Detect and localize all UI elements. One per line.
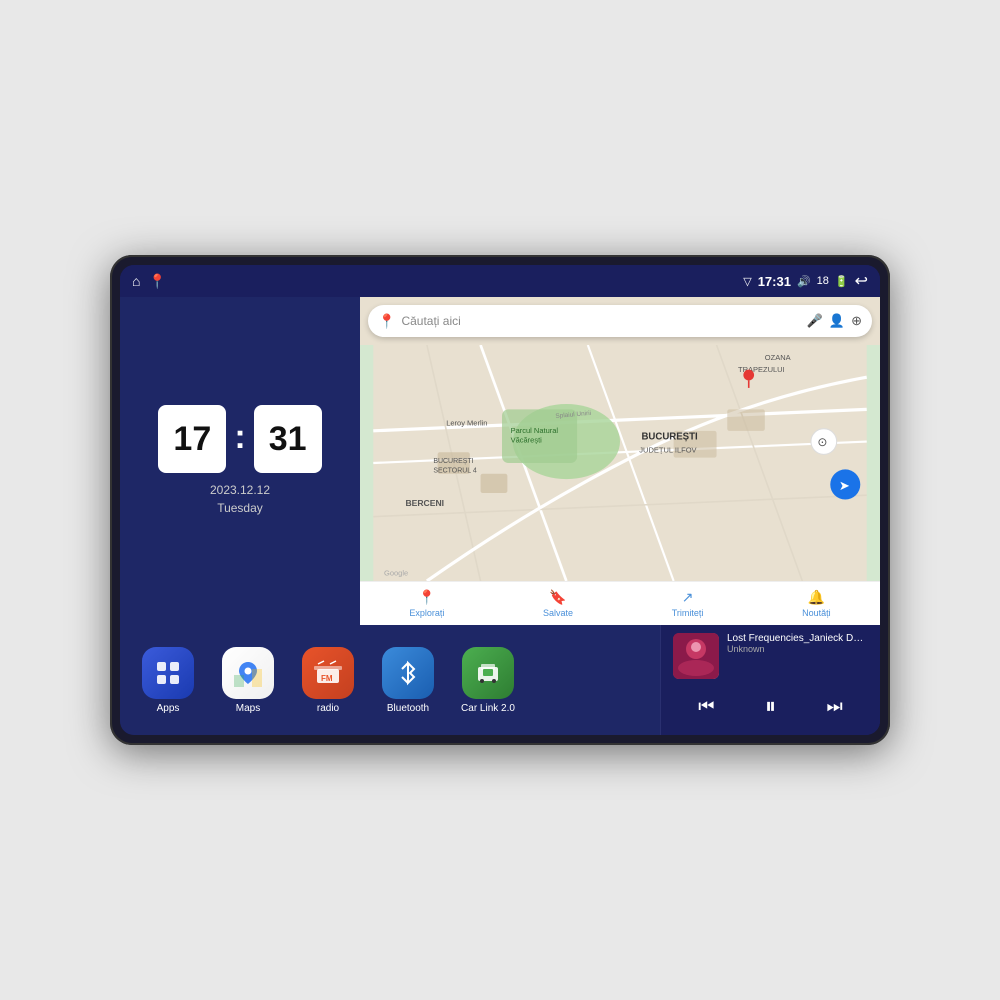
bottom-section: Apps Maps xyxy=(120,625,880,735)
send-icon: ↗ xyxy=(682,589,694,606)
music-player: Lost Frequencies_Janieck Devy-... Unknow… xyxy=(660,625,880,735)
map-svg: BUCUREȘTI JUDEȚUL ILFOV Parcul Natural V… xyxy=(360,345,880,581)
device: ⌂ 📍 ▽ 17:31 🔊 18 🔋 ↩ 17 : 31 xyxy=(110,255,890,745)
maps-icon xyxy=(222,647,274,699)
music-title: Lost Frequencies_Janieck Devy-... xyxy=(727,633,868,644)
main-content: 17 : 31 2023.12.12 Tuesday 📍 Căutați aic… xyxy=(120,297,880,735)
explore-icon: 📍 xyxy=(418,589,435,606)
svg-text:JUDEȚUL ILFOV: JUDEȚUL ILFOV xyxy=(639,445,696,454)
music-top: Lost Frequencies_Janieck Devy-... Unknow… xyxy=(673,633,868,679)
map-nav-explore[interactable]: 📍 Explorați xyxy=(409,589,444,618)
status-time: 17:31 xyxy=(758,274,791,289)
svg-text:BERCENI: BERCENI xyxy=(405,498,444,508)
map-pin-icon: 📍 xyxy=(378,313,395,330)
carlink-label: Car Link 2.0 xyxy=(461,703,515,714)
music-info: Lost Frequencies_Janieck Devy-... Unknow… xyxy=(727,633,868,654)
map-nav-news[interactable]: 🔔 Noutăți xyxy=(802,589,831,618)
clock-hours: 17 xyxy=(158,405,226,473)
news-icon: 🔔 xyxy=(808,589,825,606)
music-artist: Unknown xyxy=(727,644,868,654)
svg-text:Parcul Natural: Parcul Natural xyxy=(511,426,559,435)
account-icon[interactable]: 👤 xyxy=(829,313,845,329)
svg-text:BUCUREȘTI: BUCUREȘTI xyxy=(433,458,473,465)
screen: ⌂ 📍 ▽ 17:31 🔊 18 🔋 ↩ 17 : 31 xyxy=(120,265,880,735)
svg-text:FM: FM xyxy=(321,674,333,683)
map-search-bar[interactable]: 📍 Căutați aici 🎤 👤 ⊕ xyxy=(368,305,872,337)
volume-level: 18 xyxy=(817,275,829,287)
mic-icon[interactable]: 🎤 xyxy=(807,313,823,329)
next-button[interactable]: ⏭ xyxy=(819,692,851,721)
status-left-icons: ⌂ 📍 xyxy=(132,273,166,290)
clock-widget: 17 : 31 2023.12.12 Tuesday xyxy=(120,297,360,625)
svg-text:➤: ➤ xyxy=(839,478,850,493)
clock-minutes: 31 xyxy=(254,405,322,473)
apps-row: Apps Maps xyxy=(120,625,660,735)
clock-date: 2023.12.12 Tuesday xyxy=(210,481,270,517)
svg-text:BUCUREȘTI: BUCUREȘTI xyxy=(641,431,698,442)
layers-icon[interactable]: ⊕ xyxy=(851,313,862,329)
svg-text:⊙: ⊙ xyxy=(817,435,827,449)
apps-icon xyxy=(142,647,194,699)
radio-icon: FM xyxy=(302,647,354,699)
map-nav-saved[interactable]: 🔖 Salvate xyxy=(543,589,573,618)
status-bar: ⌂ 📍 ▽ 17:31 🔊 18 🔋 ↩ xyxy=(120,265,880,297)
map-content: BUCUREȘTI JUDEȚUL ILFOV Parcul Natural V… xyxy=(360,345,880,581)
clock-display: 17 : 31 xyxy=(158,405,321,473)
apps-label: Apps xyxy=(157,703,180,714)
svg-text:Google: Google xyxy=(384,569,408,578)
bluetooth-label: Bluetooth xyxy=(387,703,429,714)
home-icon[interactable]: ⌂ xyxy=(132,273,140,289)
status-right-icons: ▽ 17:31 🔊 18 🔋 ↩ xyxy=(743,271,868,291)
signal-icon: ▽ xyxy=(743,275,751,288)
app-item-carlink[interactable]: Car Link 2.0 xyxy=(452,647,524,714)
music-controls: ⏮ ⏸ ⏭ xyxy=(673,685,868,727)
radio-label: radio xyxy=(317,703,339,714)
back-icon[interactable]: ↩ xyxy=(855,271,868,291)
svg-text:SECTORUL 4: SECTORUL 4 xyxy=(433,468,476,475)
map-widget: 📍 Căutați aici 🎤 👤 ⊕ xyxy=(360,297,880,625)
app-item-bluetooth[interactable]: Bluetooth xyxy=(372,647,444,714)
music-thumbnail xyxy=(673,633,719,679)
map-bottom-nav: 📍 Explorați 🔖 Salvate ↗ Trimiteți 🔔 xyxy=(360,581,880,625)
send-label: Trimiteți xyxy=(672,608,704,618)
bluetooth-icon xyxy=(382,647,434,699)
map-search-input[interactable]: Căutați aici xyxy=(401,314,800,328)
map-nav-send[interactable]: ↗ Trimiteți xyxy=(672,589,704,618)
saved-icon: 🔖 xyxy=(549,589,566,606)
explore-label: Explorați xyxy=(409,608,444,618)
volume-icon[interactable]: 🔊 xyxy=(797,275,811,288)
top-section: 17 : 31 2023.12.12 Tuesday 📍 Căutați aic… xyxy=(120,297,880,625)
app-item-maps[interactable]: Maps xyxy=(212,647,284,714)
svg-text:Văcărești: Văcărești xyxy=(511,436,543,445)
clock-colon: : xyxy=(234,418,245,457)
battery-icon: 🔋 xyxy=(835,275,849,288)
maps-label: Maps xyxy=(236,703,260,714)
saved-label: Salvate xyxy=(543,608,573,618)
carlink-icon xyxy=(462,647,514,699)
app-item-apps[interactable]: Apps xyxy=(132,647,204,714)
prev-button[interactable]: ⏮ xyxy=(690,692,722,721)
map-search-actions: 🎤 👤 ⊕ xyxy=(807,313,862,329)
svg-text:OZANA: OZANA xyxy=(765,353,791,362)
app-item-radio[interactable]: FM radio xyxy=(292,647,364,714)
news-label: Noutăți xyxy=(802,608,831,618)
svg-text:Leroy Merlin: Leroy Merlin xyxy=(446,418,487,427)
play-pause-button[interactable]: ⏸ xyxy=(757,689,784,723)
maps-shortcut-icon[interactable]: 📍 xyxy=(148,273,165,290)
